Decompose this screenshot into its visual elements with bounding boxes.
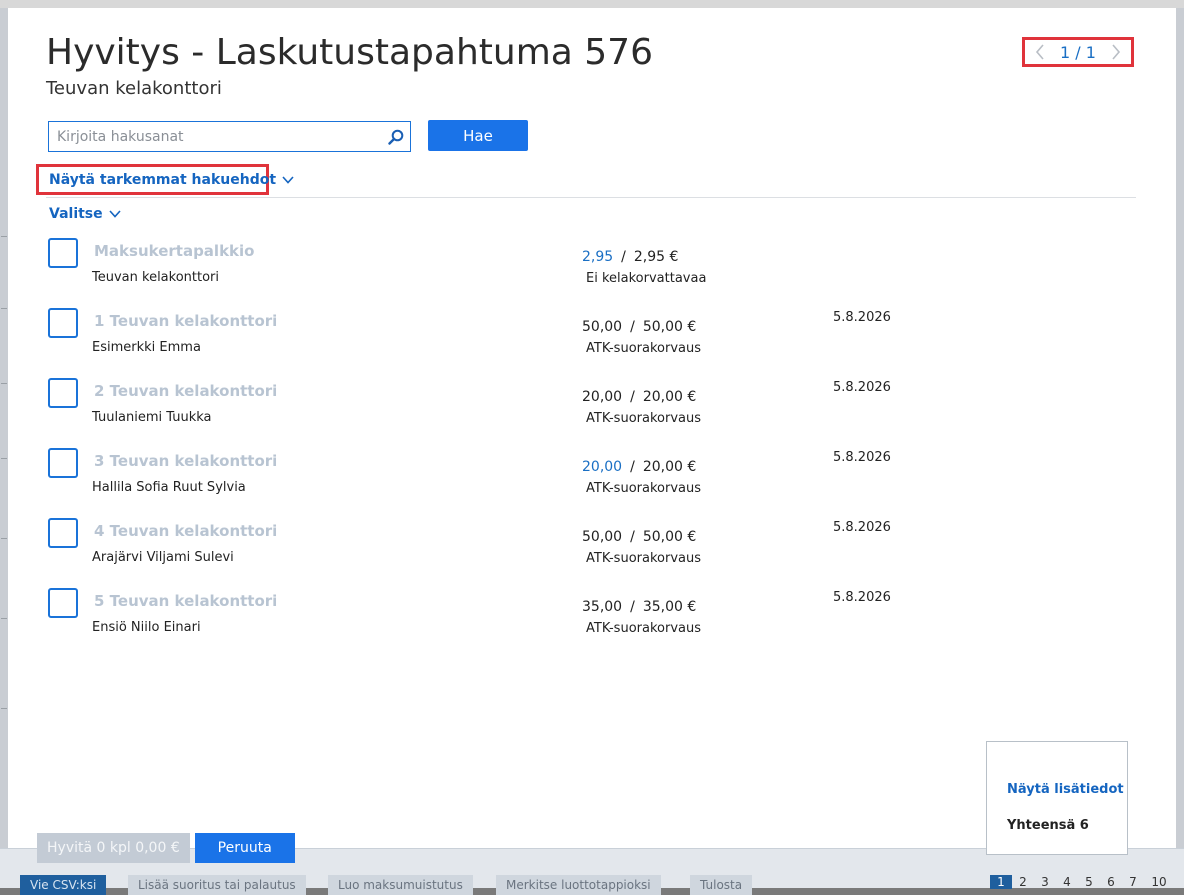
invoice-row-list: Maksukertapalkkio Teuvan kelakonttori 2,… [8,236,1176,656]
bg-add-payment-button[interactable]: Lisää suoritus tai palautus [128,875,306,895]
row-total: 35,00 € [642,599,697,615]
summary-total: Yhteensä 6 [1007,818,1089,833]
credit-amount-link[interactable]: 2,95 [582,249,613,265]
dialog-title: Hyvitys - Laskutustapahtuma 576 [46,32,653,73]
list-item: Maksukertapalkkio Teuvan kelakonttori 2,… [8,236,1176,306]
chevron-down-icon [109,208,121,220]
row-type: ATK-suorakorvaus [586,551,701,566]
row-date: 5.8.2026 [833,310,891,325]
row-person: Tuulaniemi Tuukka [92,410,212,425]
list-item: 1 Teuvan kelakonttori Esimerkki Emma 50,… [8,306,1176,376]
credit-button[interactable]: Hyvitä 0 kpl 0,00 € [37,833,190,863]
select-menu-label: Valitse [49,206,103,222]
row-person: Teuvan kelakonttori [92,270,220,285]
row-person: Ensiö Niilo Einari [92,620,201,635]
search-icon[interactable] [388,129,404,145]
row-type: ATK-suorakorvaus [586,411,701,426]
advanced-search-label: Näytä tarkemmat hakuehdot [49,171,277,188]
credit-amount[interactable]: 50,00 [582,319,622,335]
chevron-down-icon [282,174,294,186]
credit-amount-link[interactable]: 20,00 [582,459,622,475]
background-app-header [0,0,1184,8]
row-checkbox[interactable] [48,308,78,338]
divider [46,197,1136,198]
chevron-left-icon [1035,44,1044,60]
list-item: 4 Teuvan kelakonttori Arajärvi Viljami S… [8,516,1176,586]
row-title: 3 Teuvan kelakonttori [94,452,278,470]
row-checkbox[interactable] [48,448,78,478]
row-amount: 35,00/35,00 € [582,599,697,615]
row-title: Maksukertapalkkio [94,242,255,260]
credit-dialog: Hyvitys - Laskutustapahtuma 576 Teuvan k… [8,8,1176,863]
row-person: Esimerkki Emma [92,340,201,355]
row-total: 20,00 € [642,389,697,405]
credit-amount[interactable]: 35,00 [582,599,622,615]
row-total: 2,95 € [633,249,679,265]
row-amount: 20,00/20,00 € [582,389,697,405]
row-total: 50,00 € [642,319,697,335]
row-checkbox[interactable] [48,518,78,548]
row-type: ATK-suorakorvaus [586,481,701,496]
cancel-button[interactable]: Peruuta [194,833,295,863]
row-checkbox[interactable] [48,588,78,618]
record-counter: 1 / 1 [1060,42,1096,62]
row-total: 20,00 € [642,459,697,475]
row-amount: 20,00/20,00 € [582,459,697,475]
show-details-link[interactable]: Näytä lisätiedot [1007,782,1124,797]
background-app-left-strip [0,8,8,848]
row-checkbox[interactable] [48,378,78,408]
row-amount: 50,00/50,00 € [582,319,697,335]
bg-print-button[interactable]: Tulosta [690,875,753,895]
row-date: 5.8.2026 [833,590,891,605]
bg-export-csv-button[interactable]: Vie CSV:ksi [20,875,107,895]
summary-panel: Näytä lisätiedot Yhteensä 6 [986,741,1128,855]
credit-amount[interactable]: 50,00 [582,529,622,545]
list-item: 3 Teuvan kelakonttori Hallila Sofia Ruut… [8,446,1176,516]
row-date: 5.8.2026 [833,450,891,465]
list-item: 5 Teuvan kelakonttori Ensiö Niilo Einari… [8,586,1176,656]
row-type: Ei kelakorvattavaa [586,271,707,286]
row-checkbox[interactable] [48,238,78,268]
chevron-right-icon [1112,44,1121,60]
list-item: 2 Teuvan kelakonttori Tuulaniemi Tuukka … [8,376,1176,446]
record-pager: 1 / 1 [1022,37,1134,67]
next-record-button[interactable] [1109,44,1123,60]
row-total: 50,00 € [642,529,697,545]
row-person: Hallila Sofia Ruut Sylvia [92,480,246,495]
search-input[interactable] [49,122,395,151]
row-type: ATK-suorakorvaus [586,341,701,356]
dialog-subtitle: Teuvan kelakonttori [46,78,222,99]
row-type: ATK-suorakorvaus [586,621,701,636]
credit-amount[interactable]: 20,00 [582,389,622,405]
row-title: 2 Teuvan kelakonttori [94,382,278,400]
row-amount: 50,00/50,00 € [582,529,697,545]
row-title: 4 Teuvan kelakonttori [94,522,278,540]
search-box [48,121,411,152]
dialog-footer: Hyvitä 0 kpl 0,00 € Peruuta [37,833,295,863]
advanced-search-toggle[interactable]: Näytä tarkemmat hakuehdot [36,164,294,195]
bg-reminder-button[interactable]: Luo maksumuistutus [328,875,473,895]
row-title: 1 Teuvan kelakonttori [94,312,278,330]
row-amount: 2,95/2,95 € [582,249,679,265]
row-person: Arajärvi Viljami Sulevi [92,550,234,565]
background-app-right-strip [1176,8,1184,848]
row-date: 5.8.2026 [833,380,891,395]
prev-record-button[interactable] [1033,44,1047,60]
row-date: 5.8.2026 [833,520,891,535]
search-button[interactable]: Hae [428,120,528,151]
bg-credit-loss-button[interactable]: Merkitse luottotappioksi [496,875,661,895]
row-title: 5 Teuvan kelakonttori [94,592,278,610]
select-menu[interactable]: Valitse [49,206,121,222]
